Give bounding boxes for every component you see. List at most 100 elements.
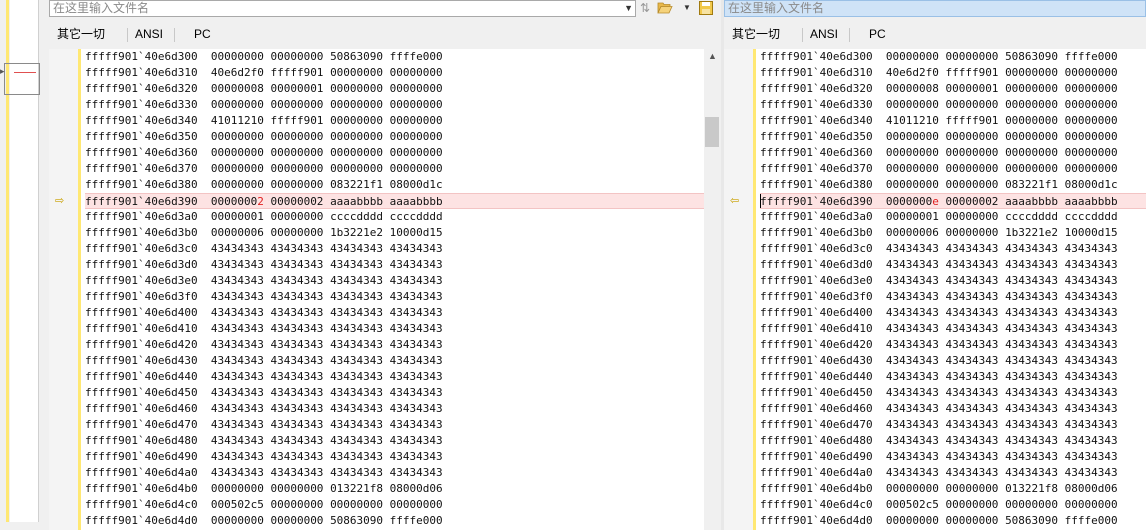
scroll-thumb[interactable] (705, 117, 719, 147)
right-platform-menu[interactable]: PC (869, 24, 886, 44)
overview-viewport-box[interactable] (4, 63, 40, 95)
hex-row[interactable]: fffff901`40e6d460 43434343 43434343 4343… (85, 401, 704, 417)
row-address: fffff901`40e6d450 (85, 386, 198, 399)
hex-row[interactable]: fffff901`40e6d3d0 43434343 43434343 4343… (760, 257, 1146, 273)
row-address: fffff901`40e6d400 (85, 306, 198, 319)
row-address: fffff901`40e6d460 (760, 402, 873, 415)
hex-row[interactable]: fffff901`40e6d3d0 43434343 43434343 4343… (85, 257, 704, 273)
hex-row[interactable]: fffff901`40e6d430 43434343 43434343 4343… (85, 353, 704, 369)
hex-row[interactable]: fffff901`40e6d420 43434343 43434343 4343… (760, 337, 1146, 353)
hex-row[interactable]: fffff901`40e6d340 41011210 fffff901 0000… (760, 113, 1146, 129)
row-word-3: 00000000 (1005, 114, 1059, 127)
hex-row[interactable]: fffff901`40e6d360 00000000 00000000 0000… (760, 145, 1146, 161)
hex-row[interactable]: fffff901`40e6d310 40e6d2f0 fffff901 0000… (85, 65, 704, 81)
hex-row[interactable]: fffff901`40e6d300 00000000 00000000 5086… (760, 49, 1146, 65)
left-encoding-menu[interactable]: ANSI (135, 24, 163, 44)
hex-row[interactable]: fffff901`40e6d350 00000000 00000000 0000… (85, 129, 704, 145)
hex-row[interactable]: fffff901`40e6d3e0 43434343 43434343 4343… (760, 273, 1146, 289)
hex-row[interactable]: fffff901`40e6d4b0 00000000 00000000 0132… (760, 481, 1146, 497)
hex-row[interactable]: fffff901`40e6d460 43434343 43434343 4343… (760, 401, 1146, 417)
hex-row[interactable]: fffff901`40e6d4b0 00000000 00000000 0132… (85, 481, 704, 497)
hex-row[interactable]: fffff901`40e6d3c0 43434343 43434343 4343… (760, 241, 1146, 257)
hex-row[interactable]: fffff901`40e6d450 43434343 43434343 4343… (85, 385, 704, 401)
hex-row[interactable]: fffff901`40e6d470 43434343 43434343 4343… (760, 417, 1146, 433)
hex-row[interactable]: fffff901`40e6d4a0 43434343 43434343 4343… (760, 465, 1146, 481)
hex-row[interactable]: fffff901`40e6d300 00000000 00000000 5086… (85, 49, 704, 65)
hex-row[interactable]: fffff901`40e6d3a0 00000001 00000000 cccc… (85, 209, 704, 225)
hex-row[interactable]: fffff901`40e6d410 43434343 43434343 4343… (85, 321, 704, 337)
right-filter-menu[interactable]: 其它一切 (732, 24, 780, 44)
row-word-1: 00000000 (210, 514, 264, 527)
hex-row[interactable]: fffff901`40e6d3b0 00000006 00000000 1b32… (760, 225, 1146, 241)
row-word-4: 43434343 (1064, 242, 1118, 255)
hex-row[interactable]: fffff901`40e6d3a0 00000001 00000000 cccc… (760, 209, 1146, 225)
right-filename-field[interactable]: 在这里输入文件名 (724, 0, 1146, 17)
hex-row[interactable]: fffff901`40e6d380 00000000 00000000 0832… (85, 177, 704, 193)
save-icon[interactable] (699, 1, 713, 15)
right-hex-pane[interactable]: ⇦ fffff901`40e6d300 00000000 00000000 50… (724, 49, 1146, 530)
hex-row[interactable]: fffff901`40e6d4c0 000502c5 00000000 0000… (760, 497, 1146, 513)
left-vertical-scrollbar[interactable]: ▲ (704, 49, 721, 530)
hex-row[interactable]: fffff901`40e6d490 43434343 43434343 4343… (760, 449, 1146, 465)
hex-row[interactable]: fffff901`40e6d340 41011210 fffff901 0000… (85, 113, 704, 129)
hex-row[interactable]: fffff901`40e6d470 43434343 43434343 4343… (85, 417, 704, 433)
row-address: fffff901`40e6d4d0 (85, 514, 198, 527)
open-dropdown-chevron-icon[interactable]: ▼ (683, 1, 691, 15)
diff-arrow-icon[interactable]: ⇨ (55, 196, 69, 207)
diff-arrow-icon[interactable]: ⇦ (730, 196, 744, 207)
hex-row[interactable]: fffff901`40e6d480 43434343 43434343 4343… (85, 433, 704, 449)
hex-row[interactable]: fffff901`40e6d310 40e6d2f0 fffff901 0000… (760, 65, 1146, 81)
diff-row[interactable]: fffff901`40e6d390 0000000e 00000002 aaaa… (760, 193, 1146, 209)
hex-row[interactable]: fffff901`40e6d4d0 00000000 00000000 5086… (85, 513, 704, 529)
row-address: fffff901`40e6d430 (85, 354, 198, 367)
overview-pointer-icon: ▸ (0, 66, 5, 76)
hex-row[interactable]: fffff901`40e6d3f0 43434343 43434343 4343… (760, 289, 1146, 305)
hex-row[interactable]: fffff901`40e6d3f0 43434343 43434343 4343… (85, 289, 704, 305)
left-platform-menu[interactable]: PC (194, 24, 211, 44)
hex-row[interactable]: fffff901`40e6d430 43434343 43434343 4343… (760, 353, 1146, 369)
left-filter-menu[interactable]: 其它一切 (57, 24, 105, 44)
hex-row[interactable]: fffff901`40e6d350 00000000 00000000 0000… (760, 129, 1146, 145)
hex-row[interactable]: fffff901`40e6d380 00000000 00000000 0832… (760, 177, 1146, 193)
hex-row[interactable]: fffff901`40e6d400 43434343 43434343 4343… (85, 305, 704, 321)
hex-row[interactable]: fffff901`40e6d370 00000000 00000000 0000… (760, 161, 1146, 177)
diff-overview-strip[interactable]: ▸ (0, 0, 48, 530)
row-word-3: 43434343 (330, 306, 384, 319)
hex-row[interactable]: fffff901`40e6d330 00000000 00000000 0000… (85, 97, 704, 113)
row-word-2: 00000000 (945, 98, 999, 111)
left-hex-pane[interactable]: ⇨ fffff901`40e6d300 00000000 00000000 50… (49, 49, 704, 530)
hex-row[interactable]: fffff901`40e6d400 43434343 43434343 4343… (760, 305, 1146, 321)
row-address: fffff901`40e6d360 (85, 146, 198, 159)
right-encoding-menu[interactable]: ANSI (810, 24, 838, 44)
row-word-4: 43434343 (1064, 274, 1118, 287)
hex-row[interactable]: fffff901`40e6d4d0 00000000 00000000 5086… (760, 513, 1146, 529)
diff-row[interactable]: fffff901`40e6d390 00000002 00000002 aaaa… (85, 193, 704, 209)
hex-row[interactable]: fffff901`40e6d480 43434343 43434343 4343… (760, 433, 1146, 449)
hex-row[interactable]: fffff901`40e6d440 43434343 43434343 4343… (85, 369, 704, 385)
hex-row[interactable]: fffff901`40e6d330 00000000 00000000 0000… (760, 97, 1146, 113)
hex-row[interactable]: fffff901`40e6d360 00000000 00000000 0000… (85, 145, 704, 161)
hex-row[interactable]: fffff901`40e6d410 43434343 43434343 4343… (760, 321, 1146, 337)
folder-open-icon[interactable] (657, 1, 673, 15)
hex-row[interactable]: fffff901`40e6d440 43434343 43434343 4343… (760, 369, 1146, 385)
scroll-up-icon[interactable]: ▲ (708, 51, 717, 61)
row-word-3: 43434343 (330, 290, 384, 303)
row-word-2: fffff901 (945, 114, 999, 127)
hex-row[interactable]: fffff901`40e6d320 00000008 00000001 0000… (85, 81, 704, 97)
row-word-1: 00000000 (885, 514, 939, 527)
left-filename-field[interactable]: 在这里输入文件名 ▼ (49, 0, 636, 17)
hex-row[interactable]: fffff901`40e6d3c0 43434343 43434343 4343… (85, 241, 704, 257)
hex-row[interactable]: fffff901`40e6d4a0 43434343 43434343 4343… (85, 465, 704, 481)
hex-row[interactable]: fffff901`40e6d490 43434343 43434343 4343… (85, 449, 704, 465)
hex-row[interactable]: fffff901`40e6d4c0 000502c5 00000000 0000… (85, 497, 704, 513)
swap-files-icon[interactable]: ⇅ (640, 1, 650, 15)
hex-row[interactable]: fffff901`40e6d320 00000008 00000001 0000… (760, 81, 1146, 97)
hex-row[interactable]: fffff901`40e6d3e0 43434343 43434343 4343… (85, 273, 704, 289)
chevron-down-icon[interactable]: ▼ (624, 1, 633, 16)
row-address: fffff901`40e6d4c0 (85, 498, 198, 511)
hex-row[interactable]: fffff901`40e6d450 43434343 43434343 4343… (760, 385, 1146, 401)
hex-row[interactable]: fffff901`40e6d370 00000000 00000000 0000… (85, 161, 704, 177)
hex-row[interactable]: fffff901`40e6d3b0 00000006 00000000 1b32… (85, 225, 704, 241)
hex-row[interactable]: fffff901`40e6d420 43434343 43434343 4343… (85, 337, 704, 353)
row-word-2: 00000000 (945, 50, 999, 63)
